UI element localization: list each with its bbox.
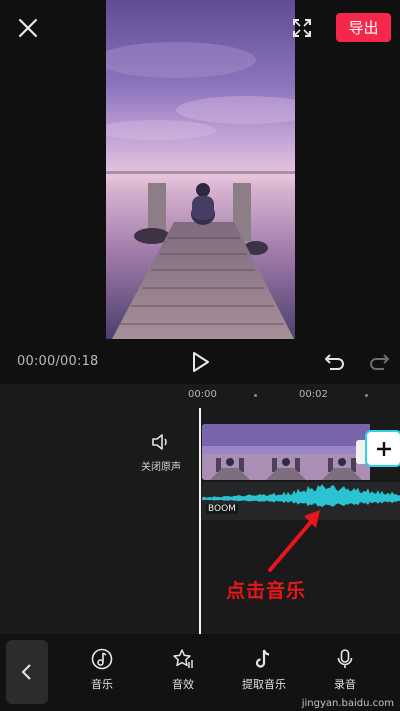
playhead[interactable] — [199, 408, 201, 634]
clip-trim-handle[interactable] — [356, 440, 367, 464]
ruler-label-2s: 00:02 — [299, 389, 328, 400]
close-button[interactable] — [14, 14, 42, 42]
toolbar-extract-music-label: 提取音乐 — [242, 678, 286, 691]
annotation-text: 点击音乐 — [226, 580, 307, 602]
chevron-left-icon — [21, 664, 31, 680]
toolbar-sound-effect-button[interactable]: 音效 — [152, 648, 214, 692]
ruler-label-start: 00:00 — [188, 389, 217, 400]
toolbar-record-button[interactable]: 录音 — [314, 648, 376, 692]
toolbar-record-label: 录音 — [334, 678, 356, 691]
play-icon — [193, 352, 209, 372]
speaker-icon — [152, 434, 167, 450]
tiktok-extract-icon — [255, 649, 270, 668]
toolbar-sound-effect-label: 音效 — [172, 678, 194, 691]
mute-original-audio-label: 关闭原声 — [141, 462, 181, 473]
ruler-dot — [254, 394, 257, 397]
export-button[interactable]: 导出 — [336, 13, 391, 42]
time-ruler: 00:00 00:02 — [0, 384, 400, 406]
toolbar-extract-music-button[interactable]: 提取音乐 — [233, 648, 295, 692]
add-clip-button[interactable] — [367, 432, 400, 465]
toolbar-music-label: 音乐 — [91, 678, 113, 691]
undo-button[interactable] — [324, 350, 346, 372]
annotation-arrow — [268, 510, 320, 572]
playback-timecode: 00:00/00:18 — [17, 354, 99, 369]
bottom-toolbar: 音乐 音效 提取音乐 录音 jingyan.baidu.com — [0, 634, 400, 711]
back-button[interactable] — [6, 640, 48, 704]
play-button[interactable] — [191, 351, 211, 373]
music-note-icon — [91, 648, 113, 670]
redo-button[interactable] — [368, 350, 390, 372]
plus-icon — [376, 441, 391, 456]
close-icon — [18, 18, 38, 38]
audio-track-name: BOOM — [206, 504, 238, 514]
ruler-dot — [365, 394, 368, 397]
undo-icon — [325, 354, 344, 370]
watermark-text: jingyan.baidu.com — [301, 698, 394, 709]
clip-thumbnail — [258, 424, 314, 480]
video-frame-image — [106, 0, 295, 339]
fullscreen-button[interactable] — [290, 16, 314, 40]
redo-icon — [370, 354, 389, 370]
video-preview[interactable] — [106, 0, 295, 339]
video-clip-track[interactable] — [202, 424, 372, 480]
mute-original-audio-button[interactable]: 关闭原声 — [138, 432, 184, 473]
preview-area: 导出 00:00/00:18 — [0, 0, 400, 384]
timeline-panel[interactable]: 00:00 00:02 关闭原声 BOOM 点击音乐 — [0, 384, 400, 634]
microphone-icon — [337, 649, 353, 668]
clip-thumbnail — [202, 424, 258, 480]
star-sound-effect-icon — [173, 649, 193, 668]
toolbar-music-button[interactable]: 音乐 — [71, 648, 133, 692]
fullscreen-icon — [293, 19, 311, 37]
